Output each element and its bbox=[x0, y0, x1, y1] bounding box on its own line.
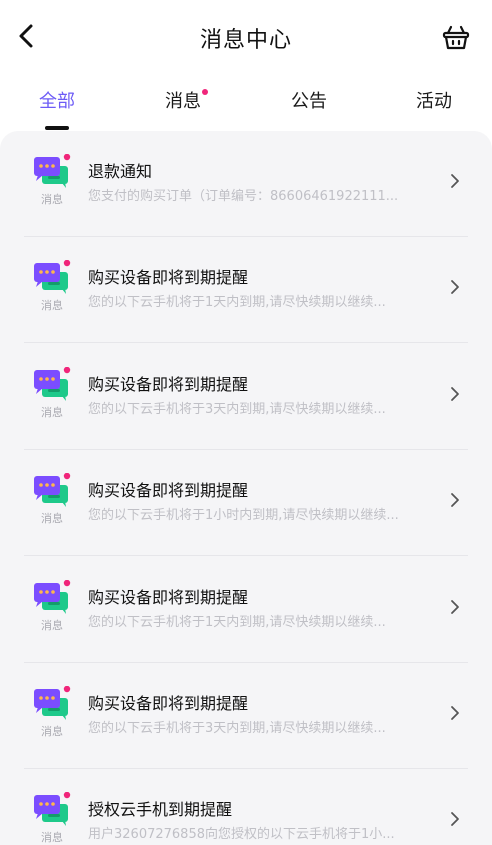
tab-bar: 全部 消息 公告 活动 bbox=[0, 76, 492, 132]
tab-activities[interactable]: 活动 bbox=[416, 87, 452, 113]
message-category-label: 消息 bbox=[41, 618, 63, 632]
message-preview: 您的以下云手机将于1天内到期,请尽快续期以继续... bbox=[88, 295, 386, 311]
message-bubble-icon bbox=[32, 260, 72, 296]
tab-all-label: 全部 bbox=[39, 91, 75, 112]
chevron-right-icon bbox=[451, 280, 459, 295]
chevron-right-icon bbox=[451, 174, 459, 188]
header: 消息中心 bbox=[0, 0, 492, 76]
message-center-page: 消息中心 全部 消息 公告 活动 消息 退款通知 您支付的购买订单（订单编号：8… bbox=[0, 0, 492, 845]
tab-announcements-label: 公告 bbox=[291, 91, 327, 112]
message-preview: 用户32607276858向您授权的以下云手机将于1小... bbox=[88, 827, 395, 843]
chevron-right-icon bbox=[451, 706, 459, 720]
chevron-right-icon bbox=[451, 599, 459, 614]
tab-announcements[interactable]: 公告 bbox=[291, 87, 327, 113]
basket-icon bbox=[442, 25, 470, 50]
tab-activities-label: 活动 bbox=[416, 91, 452, 112]
basket-button[interactable] bbox=[440, 21, 472, 53]
message-item[interactable]: 消息 购买设备即将到期提醒 您的以下云手机将于3天内到期,请尽快续期以继续... bbox=[24, 344, 468, 450]
message-category-label: 消息 bbox=[41, 299, 63, 313]
message-item[interactable]: 消息 购买设备即将到期提醒 您的以下云手机将于1天内到期,请尽快续期以继续... bbox=[24, 237, 468, 344]
message-category-label: 消息 bbox=[41, 725, 63, 738]
chevron-right-icon bbox=[451, 386, 459, 401]
message-preview: 您的以下云手机将于3天内到期,请尽快续期以继续... bbox=[88, 401, 386, 417]
message-title: 购买设备即将到期提醒 bbox=[88, 374, 249, 394]
active-tab-indicator bbox=[45, 126, 69, 130]
message-bubble-icon bbox=[32, 792, 72, 828]
message-bubble-icon bbox=[32, 685, 72, 722]
message-title: 购买设备即将到期提醒 bbox=[88, 694, 249, 713]
message-bubble-icon bbox=[32, 366, 72, 403]
message-title: 退款通知 bbox=[88, 162, 153, 181]
message-category-label: 消息 bbox=[41, 831, 63, 845]
tab-messages[interactable]: 消息 bbox=[165, 87, 208, 113]
message-preview: 您支付的购买订单（订单编号：86606461922111... bbox=[88, 189, 399, 204]
message-preview: 您的以下云手机将于1天内到期,请尽快续期以继续... bbox=[88, 614, 386, 630]
message-category-label: 消息 bbox=[41, 405, 63, 419]
message-preview: 您的以下云手机将于3天内到期,请尽快续期以继续... bbox=[88, 721, 386, 736]
message-item[interactable]: 消息 购买设备即将到期提醒 您的以下云手机将于3天内到期,请尽快续期以继续... bbox=[24, 663, 468, 769]
message-title: 购买设备即将到期提醒 bbox=[88, 268, 249, 288]
message-title: 购买设备即将到期提醒 bbox=[88, 481, 249, 501]
page-title: 消息中心 bbox=[199, 28, 292, 53]
message-item[interactable]: 消息 购买设备即将到期提醒 您的以下云手机将于1小时内到期,请尽快续期以继续..… bbox=[24, 450, 468, 557]
message-bubble-icon bbox=[32, 579, 72, 616]
message-title: 授权云手机到期提醒 bbox=[88, 800, 233, 820]
message-list-panel[interactable]: 消息 退款通知 您支付的购买订单（订单编号：86606461922111... … bbox=[0, 131, 492, 845]
chevron-right-icon bbox=[451, 493, 459, 508]
message-item[interactable]: 消息 购买设备即将到期提醒 您的以下云手机将于1天内到期,请尽快续期以继续... bbox=[24, 557, 468, 663]
message-category-label: 消息 bbox=[41, 512, 63, 526]
message-bubble-icon bbox=[32, 472, 72, 509]
tab-messages-label: 消息 bbox=[165, 91, 201, 112]
message-title: 购买设备即将到期提醒 bbox=[88, 587, 249, 607]
message-item[interactable]: 消息 授权云手机到期提醒 用户32607276858向您授权的以下云手机将于1小… bbox=[24, 769, 468, 845]
message-bubble-icon bbox=[32, 153, 72, 190]
chevron-right-icon bbox=[451, 812, 459, 827]
message-preview: 您的以下云手机将于1小时内到期,请尽快续期以继续... bbox=[88, 508, 399, 524]
message-item[interactable]: 消息 退款通知 您支付的购买订单（订单编号：86606461922111... bbox=[24, 131, 468, 237]
tab-all[interactable]: 全部 bbox=[39, 87, 75, 113]
message-category-label: 消息 bbox=[41, 193, 63, 206]
unread-dot bbox=[202, 89, 208, 95]
